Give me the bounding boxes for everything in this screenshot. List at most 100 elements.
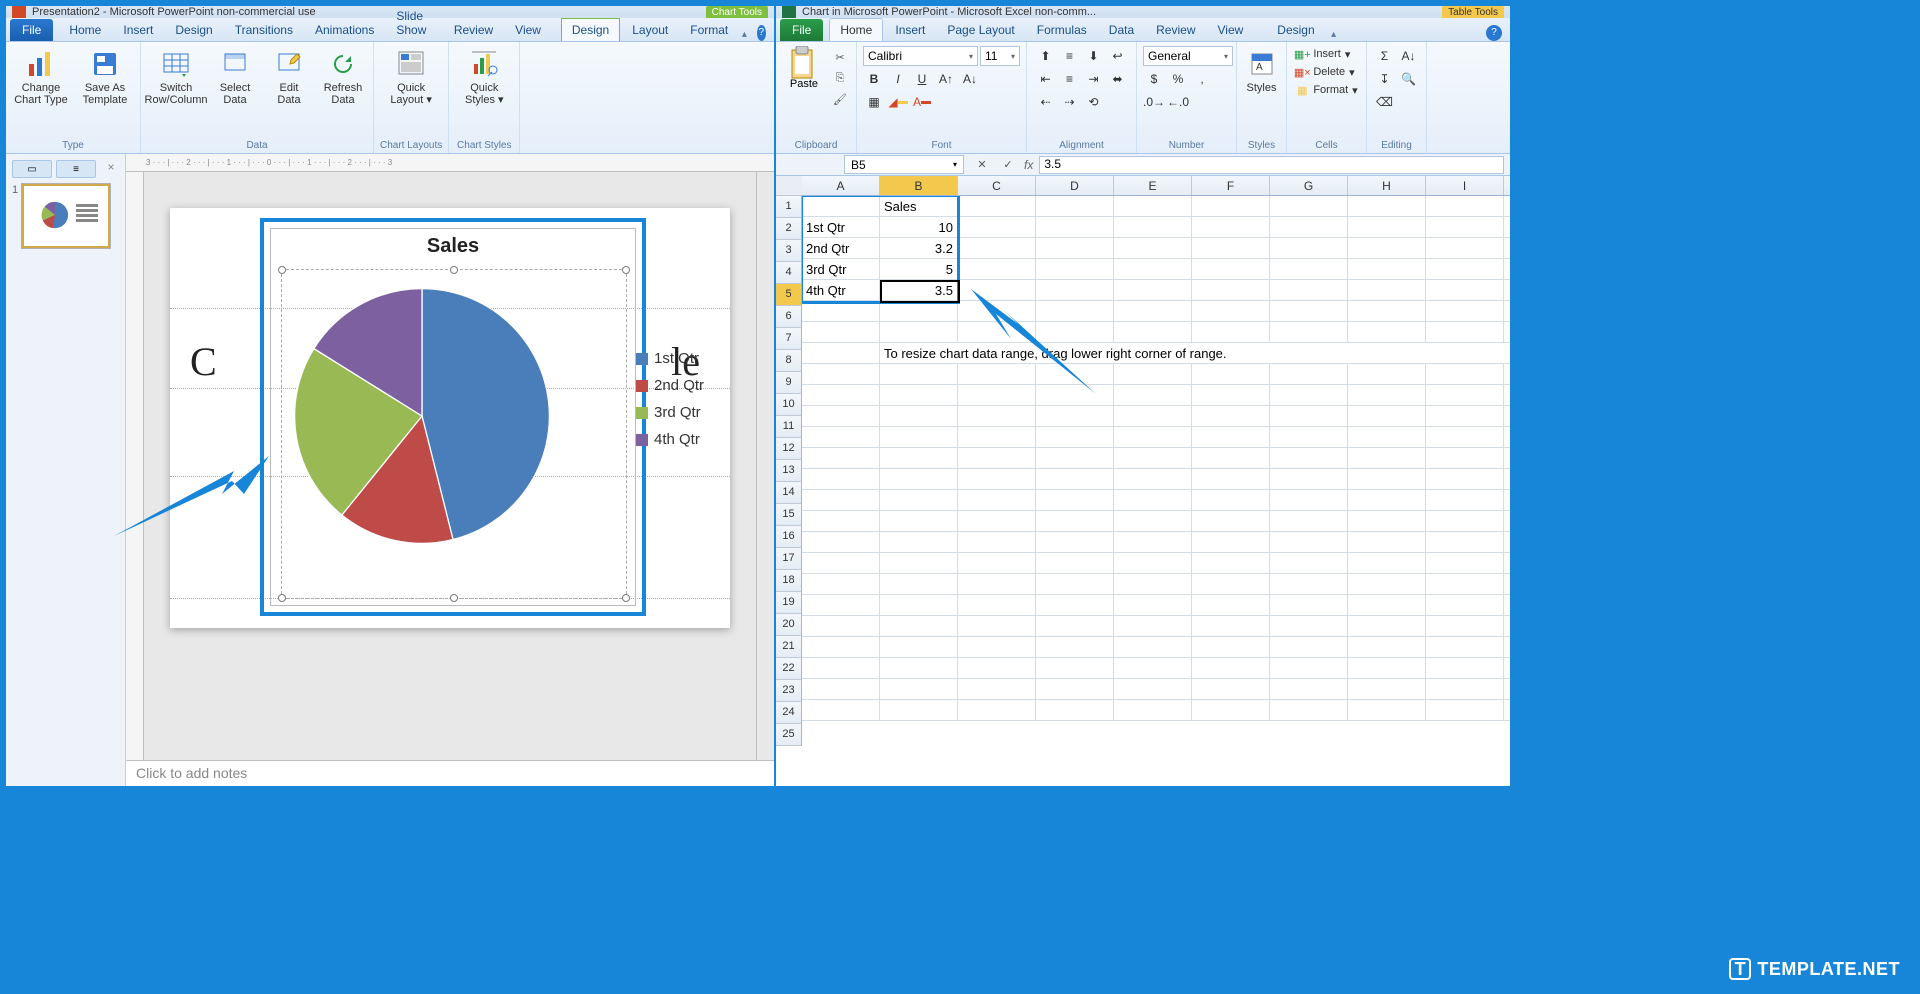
cell[interactable]: 3.2 bbox=[880, 238, 958, 258]
percent-format-button[interactable]: % bbox=[1167, 69, 1189, 89]
cell[interactable] bbox=[958, 511, 1036, 531]
cell[interactable] bbox=[1114, 532, 1192, 552]
cell[interactable] bbox=[1270, 595, 1348, 615]
cell[interactable] bbox=[802, 196, 880, 216]
cell[interactable] bbox=[1426, 616, 1504, 636]
tab-animations[interactable]: Animations bbox=[305, 19, 384, 41]
row-header[interactable]: 6 bbox=[776, 306, 802, 328]
cell[interactable] bbox=[1192, 406, 1270, 426]
merge-center-button[interactable]: ⬌ bbox=[1107, 69, 1129, 89]
borders-button[interactable]: ▦ bbox=[863, 92, 885, 112]
cell[interactable] bbox=[1036, 700, 1114, 720]
align-bottom-button[interactable]: ⬇ bbox=[1083, 46, 1105, 66]
cell[interactable] bbox=[1036, 490, 1114, 510]
file-tab[interactable]: File bbox=[10, 19, 53, 41]
slides-tab-icon[interactable]: ▭ bbox=[12, 160, 52, 178]
cell[interactable] bbox=[1348, 637, 1426, 657]
cell[interactable] bbox=[802, 385, 880, 405]
cell[interactable] bbox=[1114, 217, 1192, 237]
cell[interactable] bbox=[1270, 217, 1348, 237]
cell[interactable]: 1st Qtr bbox=[802, 217, 880, 237]
font-name-combo[interactable]: Calibri▾ bbox=[863, 46, 978, 66]
cell[interactable] bbox=[1036, 406, 1114, 426]
cell[interactable] bbox=[1270, 679, 1348, 699]
cell[interactable] bbox=[1036, 616, 1114, 636]
cell[interactable] bbox=[1348, 511, 1426, 531]
cell[interactable] bbox=[1270, 616, 1348, 636]
align-top-button[interactable]: ⬆ bbox=[1035, 46, 1057, 66]
cell[interactable] bbox=[1270, 700, 1348, 720]
cell[interactable] bbox=[1348, 196, 1426, 216]
cell[interactable] bbox=[958, 637, 1036, 657]
vertical-scrollbar[interactable] bbox=[756, 172, 774, 760]
cell[interactable] bbox=[1114, 490, 1192, 510]
row-header[interactable]: 8 bbox=[776, 350, 802, 372]
cell[interactable] bbox=[958, 532, 1036, 552]
cell[interactable] bbox=[1036, 574, 1114, 594]
cell[interactable] bbox=[1192, 532, 1270, 552]
cell[interactable] bbox=[1426, 553, 1504, 573]
column-header[interactable]: G bbox=[1270, 176, 1348, 195]
cell[interactable] bbox=[1114, 595, 1192, 615]
row-header[interactable]: 23 bbox=[776, 680, 802, 702]
cell[interactable] bbox=[958, 196, 1036, 216]
cell[interactable] bbox=[880, 469, 958, 489]
cell[interactable] bbox=[1348, 280, 1426, 300]
cell[interactable] bbox=[1114, 427, 1192, 447]
row-header[interactable]: 1 bbox=[776, 196, 802, 218]
fx-icon[interactable]: fx bbox=[1024, 158, 1033, 172]
cell[interactable] bbox=[1270, 196, 1348, 216]
xls-tab-data[interactable]: Data bbox=[1099, 19, 1144, 41]
cell[interactable] bbox=[1270, 490, 1348, 510]
column-header[interactable]: B bbox=[880, 176, 958, 195]
cell[interactable] bbox=[1036, 511, 1114, 531]
cell[interactable] bbox=[802, 406, 880, 426]
clear-button[interactable]: ⌫ bbox=[1374, 92, 1396, 112]
slide-thumbnail[interactable] bbox=[22, 184, 110, 248]
paste-button[interactable]: Paste bbox=[782, 46, 826, 90]
chart-tab-design[interactable]: Design bbox=[561, 18, 620, 41]
cell[interactable] bbox=[802, 322, 880, 342]
cell[interactable] bbox=[1036, 238, 1114, 258]
cell[interactable] bbox=[1114, 658, 1192, 678]
cell[interactable] bbox=[1192, 553, 1270, 573]
cell[interactable] bbox=[802, 427, 880, 447]
shrink-font-button[interactable]: A↓ bbox=[959, 69, 981, 89]
cell[interactable] bbox=[1114, 406, 1192, 426]
cell[interactable] bbox=[1270, 322, 1348, 342]
cell[interactable] bbox=[1192, 322, 1270, 342]
cell[interactable] bbox=[802, 490, 880, 510]
cell[interactable] bbox=[1192, 574, 1270, 594]
cell[interactable] bbox=[1426, 406, 1504, 426]
row-header[interactable]: 18 bbox=[776, 570, 802, 592]
slide-canvas[interactable]: C le Sales bbox=[170, 208, 730, 628]
cell[interactable] bbox=[802, 616, 880, 636]
row-header[interactable]: 10 bbox=[776, 394, 802, 416]
cell[interactable] bbox=[1348, 364, 1426, 384]
ribbon-minimize-icon[interactable]: ▴ bbox=[740, 27, 748, 41]
help-icon[interactable]: ? bbox=[757, 25, 766, 41]
cell[interactable] bbox=[1426, 301, 1504, 321]
row-header[interactable]: 21 bbox=[776, 636, 802, 658]
cell[interactable] bbox=[1192, 469, 1270, 489]
notes-pane[interactable]: Click to add notes bbox=[126, 760, 774, 786]
cell[interactable] bbox=[1114, 637, 1192, 657]
column-header[interactable]: F bbox=[1192, 176, 1270, 195]
row-header[interactable]: 19 bbox=[776, 592, 802, 614]
edit-data-button[interactable]: Edit Data bbox=[265, 46, 313, 108]
cell[interactable] bbox=[1348, 406, 1426, 426]
increase-decimal-button[interactable]: .0→ bbox=[1143, 92, 1165, 112]
cell[interactable] bbox=[1270, 238, 1348, 258]
cell[interactable] bbox=[958, 448, 1036, 468]
cell[interactable] bbox=[958, 259, 1036, 279]
cell[interactable] bbox=[1348, 700, 1426, 720]
wrap-text-button[interactable]: ↩ bbox=[1107, 46, 1129, 66]
cell[interactable] bbox=[880, 490, 958, 510]
cell[interactable] bbox=[1192, 280, 1270, 300]
orientation-button[interactable]: ⟲ bbox=[1083, 92, 1105, 112]
cell[interactable] bbox=[1114, 469, 1192, 489]
cell[interactable] bbox=[802, 343, 880, 363]
cell[interactable] bbox=[1348, 217, 1426, 237]
cell[interactable] bbox=[958, 217, 1036, 237]
cell[interactable] bbox=[1426, 259, 1504, 279]
